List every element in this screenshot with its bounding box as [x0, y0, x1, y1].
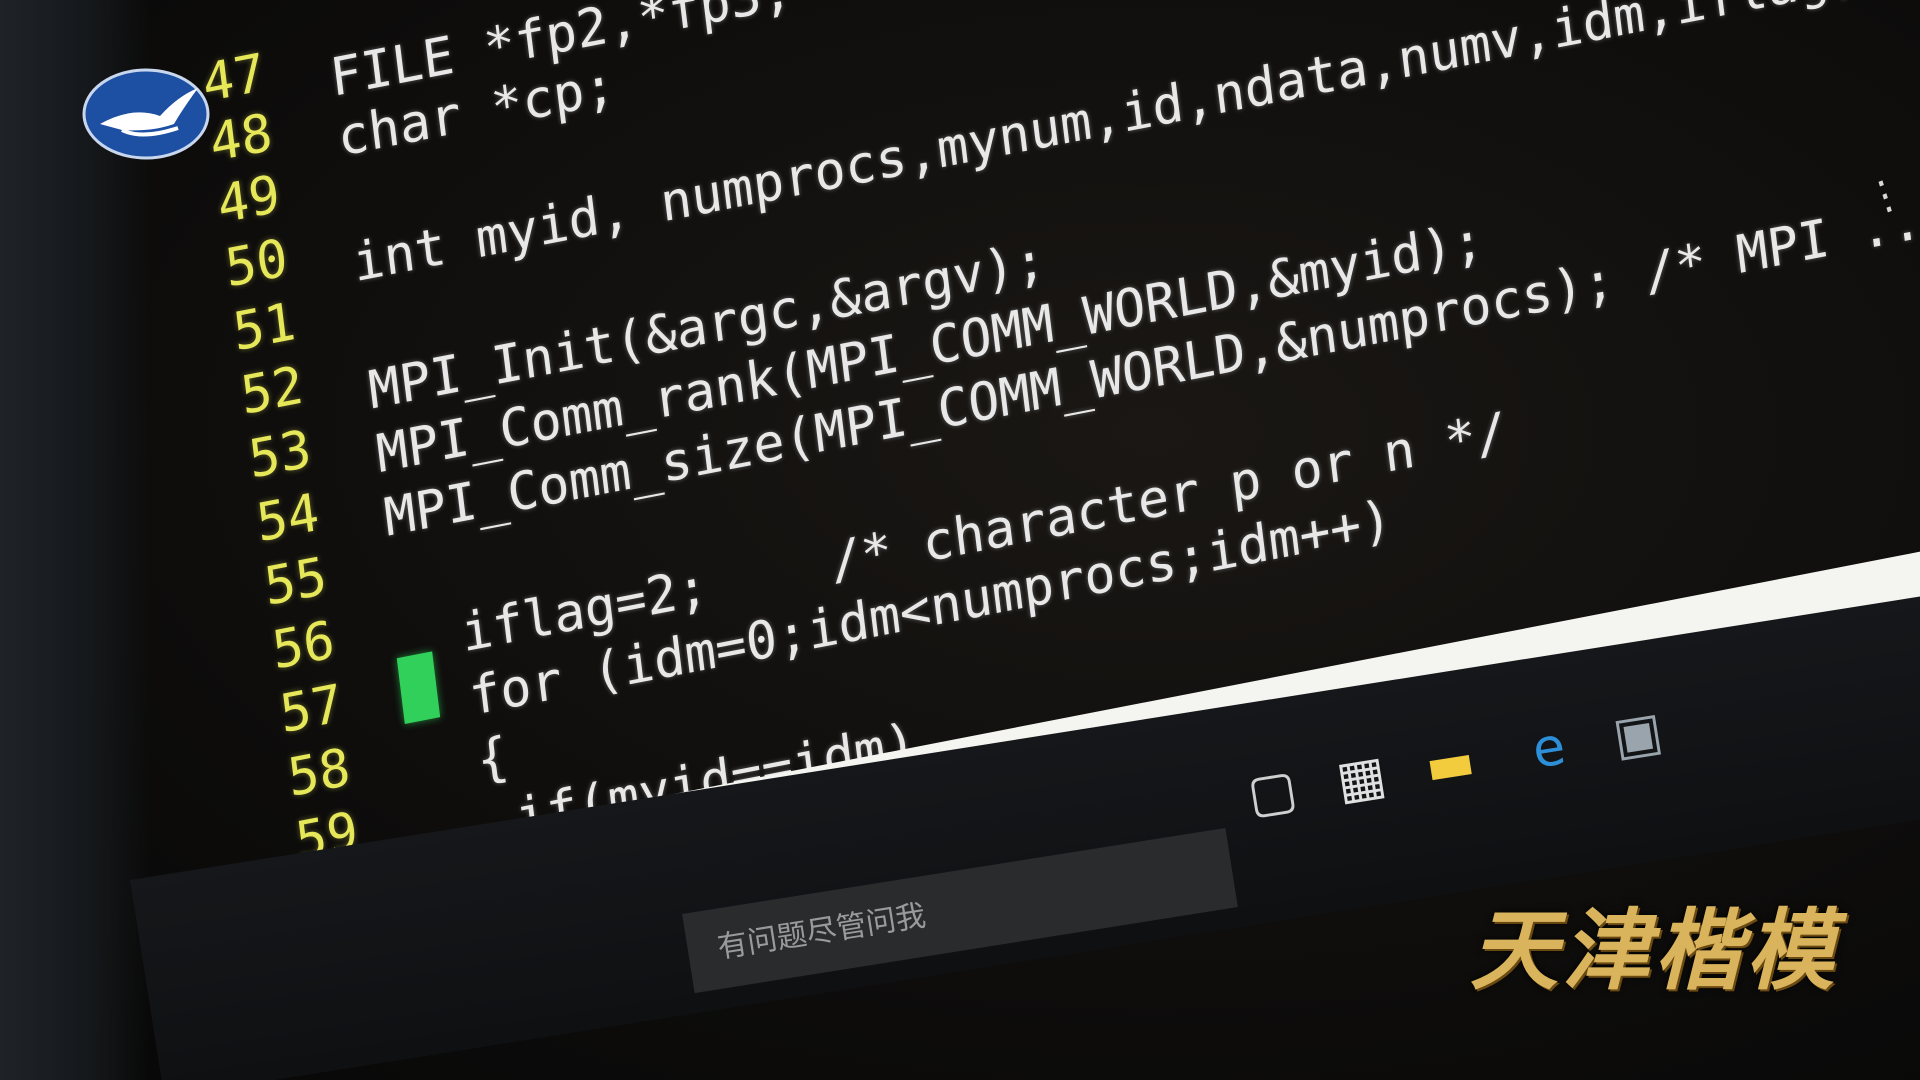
monitor-bezel — [0, 0, 150, 1080]
program-title: 天津楷模 — [1470, 898, 1839, 1002]
file-explorer-icon[interactable]: ▬ — [1414, 727, 1487, 800]
store-icon[interactable]: ▦ — [1325, 742, 1398, 815]
video-frame: 47 FILE *fp2,*fp3; 48 char *cp; 49 50 in… — [0, 0, 1920, 1080]
channel-logo-icon — [82, 68, 210, 160]
edge-icon[interactable]: e — [1512, 712, 1585, 785]
taskbar-search-input[interactable]: 有问题尽管问我 — [682, 828, 1238, 994]
task-view-icon[interactable]: ▢ — [1236, 756, 1309, 829]
app-icon[interactable]: ▣ — [1601, 698, 1674, 771]
